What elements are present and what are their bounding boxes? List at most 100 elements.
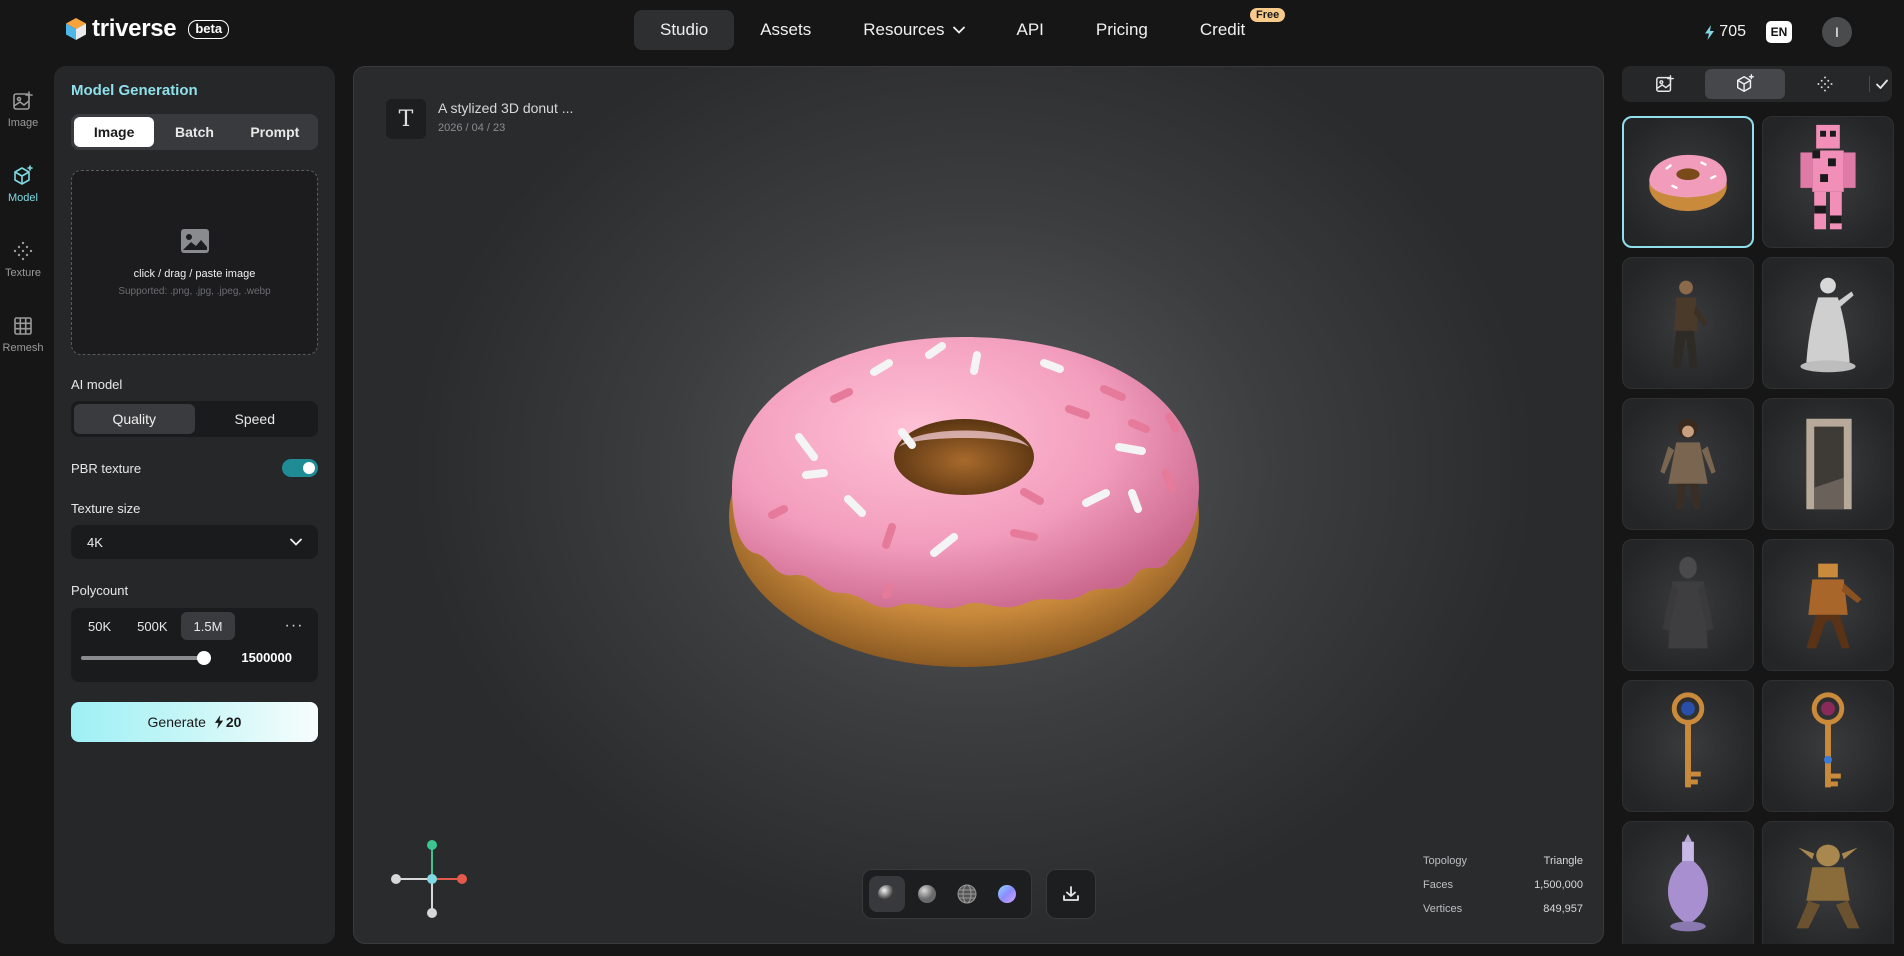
render-wireframe-button[interactable] xyxy=(949,876,985,912)
select-mode-button[interactable] xyxy=(1874,77,1889,91)
generation-panel: Model Generation Image Batch Prompt clic… xyxy=(54,66,335,944)
generate-button[interactable]: Generate 20 xyxy=(71,702,318,742)
nav-api-label: API xyxy=(1016,20,1044,39)
polycount-option-1-5m[interactable]: 1.5M xyxy=(180,612,236,640)
check-icon xyxy=(1875,79,1888,89)
model-viewport[interactable]: T A stylized 3D donut ... 2026 / 04 / 23 xyxy=(353,66,1604,944)
gallery-item-statue[interactable] xyxy=(1762,257,1894,389)
goblin-thumbnail-icon xyxy=(1796,844,1860,929)
potion-thumbnail-icon xyxy=(1667,833,1709,932)
nav-credit[interactable]: Credit Free xyxy=(1174,8,1286,50)
generate-label: Generate xyxy=(147,714,206,730)
normal-sphere-icon xyxy=(998,885,1016,903)
donut-model[interactable] xyxy=(714,297,1214,697)
credits-balance[interactable]: 705 xyxy=(1704,23,1746,41)
polycount-slider-thumb[interactable] xyxy=(197,650,211,665)
gallery-item-key-red[interactable] xyxy=(1762,680,1894,812)
axis-gizmo-icon[interactable] xyxy=(382,833,472,923)
nav-resources[interactable]: Resources xyxy=(837,10,990,50)
image-upload-dropzone[interactable]: click / drag / paste image Supported: .p… xyxy=(71,170,318,355)
download-button[interactable] xyxy=(1046,869,1096,919)
nav-api[interactable]: API xyxy=(991,10,1070,50)
tab-image[interactable]: Image xyxy=(74,117,155,147)
render-mode-toolbar xyxy=(862,869,1032,919)
texture-size-label: Texture size xyxy=(71,501,141,516)
panel-title: Model Generation xyxy=(71,82,198,99)
free-badge: Free xyxy=(1249,8,1286,22)
mesh-stats: Topology Triangle Faces 1,500,000 Vertices… xyxy=(1423,849,1583,921)
gallery-item-doorway[interactable] xyxy=(1762,398,1894,530)
image-icon xyxy=(13,91,33,110)
polycount-slider-row: 1500000 xyxy=(75,650,314,665)
brand-name: triverse xyxy=(92,15,177,42)
stat-vertices: Vertices 849,957 xyxy=(1423,897,1583,921)
gallery-tab-textures[interactable] xyxy=(1785,69,1865,99)
gallery-filter-tabs xyxy=(1622,66,1892,102)
gallery-item-soldier[interactable] xyxy=(1622,257,1754,389)
rail-item-remesh[interactable]: Remesh xyxy=(0,305,46,380)
gallery-item-dark-figure[interactable] xyxy=(1622,539,1754,671)
more-options-icon[interactable]: ··· xyxy=(274,617,314,635)
upload-instructions: click / drag / paste image xyxy=(133,268,256,280)
gallery-item-key-blue[interactable] xyxy=(1622,680,1754,812)
texture-size-select[interactable]: 4K xyxy=(71,525,318,559)
gallery-tab-images[interactable] xyxy=(1625,69,1705,99)
nav-pricing[interactable]: Pricing xyxy=(1070,10,1174,50)
polycount-slider[interactable] xyxy=(81,650,211,665)
polycount-label: Polycount xyxy=(71,583,129,598)
render-clay-button[interactable] xyxy=(909,876,945,912)
polycount-option-500k[interactable]: 500K xyxy=(124,612,180,640)
polycount-slider-fill xyxy=(81,655,204,660)
text-prompt-icon: T xyxy=(386,99,426,139)
chevron-down-icon xyxy=(952,26,965,34)
stat-value: Triangle xyxy=(1543,855,1583,867)
rail-item-model[interactable]: Model xyxy=(0,155,46,230)
credits-value: 705 xyxy=(1719,23,1746,40)
lightning-icon xyxy=(214,715,223,729)
tab-batch[interactable]: Batch xyxy=(154,117,234,147)
tab-prompt[interactable]: Prompt xyxy=(235,117,315,147)
pbr-toggle[interactable] xyxy=(282,459,318,477)
wireframe-sphere-icon xyxy=(957,884,977,904)
nav-studio[interactable]: Studio xyxy=(634,10,735,50)
cube-icon xyxy=(14,165,33,185)
textured-sphere-icon xyxy=(878,885,896,903)
nav-assets[interactable]: Assets xyxy=(734,10,837,50)
clay-sphere-icon xyxy=(918,885,936,903)
key-thumbnail-icon xyxy=(1811,692,1845,788)
render-textured-button[interactable] xyxy=(869,876,905,912)
gallery-item-warrior[interactable] xyxy=(1762,539,1894,671)
header-actions: 705 EN I xyxy=(1704,17,1852,47)
ai-model-speed[interactable]: Speed xyxy=(195,404,316,434)
gallery-item-donut[interactable] xyxy=(1622,116,1754,248)
nav-resources-label: Resources xyxy=(863,20,945,39)
prompt-date: 2026 / 04 / 23 xyxy=(438,122,506,134)
nav-assets-label: Assets xyxy=(760,20,812,39)
brand[interactable]: triverse beta xyxy=(66,15,230,43)
statue-thumbnail-icon xyxy=(1800,277,1856,373)
key-thumbnail-icon xyxy=(1671,692,1705,788)
rail-item-label: Texture xyxy=(4,267,42,279)
avatar[interactable]: I xyxy=(1822,17,1852,47)
gallery-tab-models[interactable] xyxy=(1705,69,1785,99)
gallery-item-pixel-character[interactable] xyxy=(1762,116,1894,248)
texture-icon xyxy=(13,241,33,261)
polycount-control: 50K 500K 1.5M ··· 1500000 xyxy=(71,608,318,682)
brand-logo-icon xyxy=(66,18,86,40)
gallery-item-girl[interactable] xyxy=(1622,398,1754,530)
tab-divider xyxy=(1869,76,1870,92)
polycount-options: 50K 500K 1.5M ··· xyxy=(75,612,314,640)
ai-model-quality[interactable]: Quality xyxy=(74,404,195,434)
nav-studio-label: Studio xyxy=(660,20,709,39)
gallery-item-potion[interactable] xyxy=(1622,821,1754,944)
language-button[interactable]: EN xyxy=(1766,21,1792,43)
rail-item-image[interactable]: Image xyxy=(0,80,46,155)
stat-topology: Topology Triangle xyxy=(1423,849,1583,873)
warrior-thumbnail-icon xyxy=(1806,563,1862,649)
polycount-option-50k[interactable]: 50K xyxy=(75,612,124,640)
chevron-down-icon xyxy=(290,538,302,546)
rail-item-texture[interactable]: Texture xyxy=(0,230,46,305)
render-normal-button[interactable] xyxy=(989,876,1025,912)
stat-faces: Faces 1,500,000 xyxy=(1423,873,1583,897)
gallery-item-goblin[interactable] xyxy=(1762,821,1894,944)
